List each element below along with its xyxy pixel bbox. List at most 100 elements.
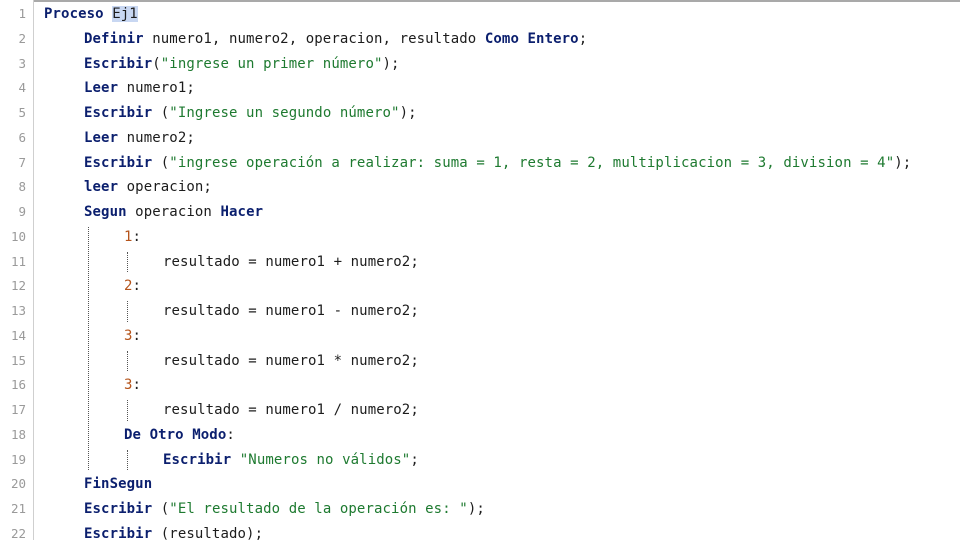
code-line[interactable]: 10 1:	[0, 225, 960, 250]
code-line[interactable]: 14 3:	[0, 324, 960, 349]
line-number: 7	[18, 154, 26, 170]
code-line[interactable]: 4 Leer numero1;	[0, 76, 960, 101]
code-text[interactable]: resultado = numero1 / numero2;	[163, 398, 419, 423]
code-line[interactable]: 8 leer operacion;	[0, 175, 960, 200]
indent-guide	[127, 350, 128, 372]
code-line[interactable]: 1 Proceso Ej1	[0, 2, 960, 27]
code-text[interactable]: 1:	[124, 225, 141, 250]
code-line[interactable]: 5 Escribir ("Ingrese un segundo número");	[0, 101, 960, 126]
code-line[interactable]: 20 FinSegun	[0, 472, 960, 497]
keyword-token: Escribir	[84, 154, 153, 171]
line-number: 5	[18, 105, 26, 120]
string-token: "Ingrese un segundo número"	[169, 105, 400, 121]
code-token: );	[894, 154, 912, 171]
code-text[interactable]: Escribir "Numeros no válidos";	[163, 448, 419, 473]
code-line[interactable]: 18 De Otro Modo:	[0, 423, 960, 448]
line-number: 15	[10, 352, 26, 368]
code-line[interactable]: 16 3:	[0, 373, 960, 398]
line-number: 12	[10, 278, 26, 294]
code-text[interactable]: Leer numero2;	[84, 126, 195, 151]
code-token: resultado = numero1 / numero2;	[163, 402, 419, 418]
line-number: 11	[10, 253, 26, 269]
line-number: 2	[18, 30, 26, 46]
code-line[interactable]: 19 Escribir "Numeros no válidos";	[0, 448, 960, 473]
code-line[interactable]: 17 resultado = numero1 / numero2;	[0, 398, 960, 423]
indent-guide	[88, 226, 89, 471]
line-number: 17	[10, 402, 26, 417]
code-text[interactable]: Definir numero1, numero2, operacion, res…	[84, 27, 587, 52]
keyword-token: Escribir	[84, 525, 153, 540]
code-text[interactable]: 3:	[124, 324, 141, 349]
line-number: 14	[10, 327, 26, 343]
code-line[interactable]: 3 Escribir("ingrese un primer número");	[0, 52, 960, 77]
code-text[interactable]: 2:	[124, 274, 141, 299]
line-number: 22	[10, 525, 26, 540]
code-editor[interactable]: 1 Proceso Ej1 2 Definir numero1, numero2, o…	[0, 0, 960, 540]
code-token: :	[132, 327, 142, 344]
code-line[interactable]: 7 Escribir ("ingrese operación a realizar…	[0, 151, 960, 176]
code-token: numero1;	[118, 80, 195, 97]
line-number: 18	[10, 426, 26, 442]
code-token: operacion	[126, 204, 221, 220]
code-text[interactable]: leer operacion;	[84, 175, 212, 200]
code-token: );	[467, 501, 485, 517]
code-token: ;	[578, 30, 588, 47]
keyword-token: Hacer	[220, 204, 264, 220]
string-token: "El resultado de la operación es: "	[169, 501, 468, 517]
code-text[interactable]: Proceso Ej1	[44, 2, 138, 27]
code-line[interactable]: 13 resultado = numero1 - numero2;	[0, 299, 960, 324]
code-token: :	[132, 228, 142, 245]
keyword-token: Segun	[84, 204, 127, 220]
code-text[interactable]: Escribir (resultado);	[84, 522, 263, 540]
code-line[interactable]: 2 Definir numero1, numero2, operacion, re…	[0, 27, 960, 52]
keyword-token: Modo	[192, 426, 227, 443]
code-line[interactable]: 15 resultado = numero1 * numero2;	[0, 349, 960, 374]
code-text[interactable]: Escribir("ingrese un primer número");	[84, 52, 400, 77]
code-token: :	[132, 377, 142, 394]
code-token: resultado = numero1 + numero2;	[163, 253, 419, 270]
code-token: );	[382, 55, 400, 72]
code-token: resultado = numero1 * numero2;	[163, 352, 419, 369]
code-line[interactable]: 6 Leer numero2;	[0, 126, 960, 151]
code-text[interactable]: Escribir ("Ingrese un segundo número");	[84, 101, 417, 126]
code-line[interactable]: 22 Escribir (resultado);	[0, 522, 960, 540]
code-text[interactable]: Escribir ("El resultado de la operación …	[84, 497, 485, 522]
keyword-token: De	[124, 426, 142, 443]
code-token: (	[152, 501, 170, 517]
keyword-token: Leer	[84, 129, 119, 146]
code-token: :	[226, 426, 235, 443]
code-text[interactable]: FinSegun	[84, 472, 152, 497]
indent-guide	[127, 301, 128, 322]
code-token: operacion;	[118, 179, 212, 196]
code-text[interactable]: resultado = numero1 - numero2;	[163, 299, 419, 324]
keyword-token: Definir	[84, 30, 144, 47]
indent-guide	[127, 449, 128, 471]
string-token: "Numeros no válidos"	[239, 451, 411, 468]
code-token: numero1, numero2, operacion, resultado	[143, 30, 485, 47]
code-line[interactable]: 12 2:	[0, 274, 960, 299]
indent-guide	[127, 251, 128, 273]
code-token: );	[399, 105, 417, 121]
keyword-token: Entero	[527, 30, 579, 47]
code-line[interactable]: 11 resultado = numero1 + numero2;	[0, 250, 960, 275]
line-number: 8	[18, 179, 26, 195]
keyword-token: Como	[484, 30, 519, 47]
code-text[interactable]: De Otro Modo:	[124, 423, 235, 448]
code-text[interactable]: 3:	[124, 373, 141, 398]
keyword-token: Escribir	[163, 451, 232, 468]
keyword-token: Escribir	[84, 55, 153, 72]
line-number: 6	[18, 129, 26, 145]
string-token: "ingrese operación a realizar: suma = 1,…	[169, 154, 895, 171]
code-token: :	[132, 278, 142, 295]
code-text[interactable]: resultado = numero1 * numero2;	[163, 349, 419, 374]
code-line[interactable]: 21 Escribir ("El resultado de la operació…	[0, 497, 960, 522]
code-text[interactable]: Escribir ("ingrese operación a realizar:…	[84, 151, 911, 176]
code-text[interactable]: resultado = numero1 + numero2;	[163, 250, 419, 275]
code-text[interactable]: Segun operacion Hacer	[84, 200, 263, 225]
code-line[interactable]: 9 Segun operacion Hacer	[0, 200, 960, 225]
code-lines[interactable]: 1 Proceso Ej1 2 Definir numero1, numero2, o…	[0, 2, 960, 540]
code-text[interactable]: Leer numero1;	[84, 76, 195, 101]
